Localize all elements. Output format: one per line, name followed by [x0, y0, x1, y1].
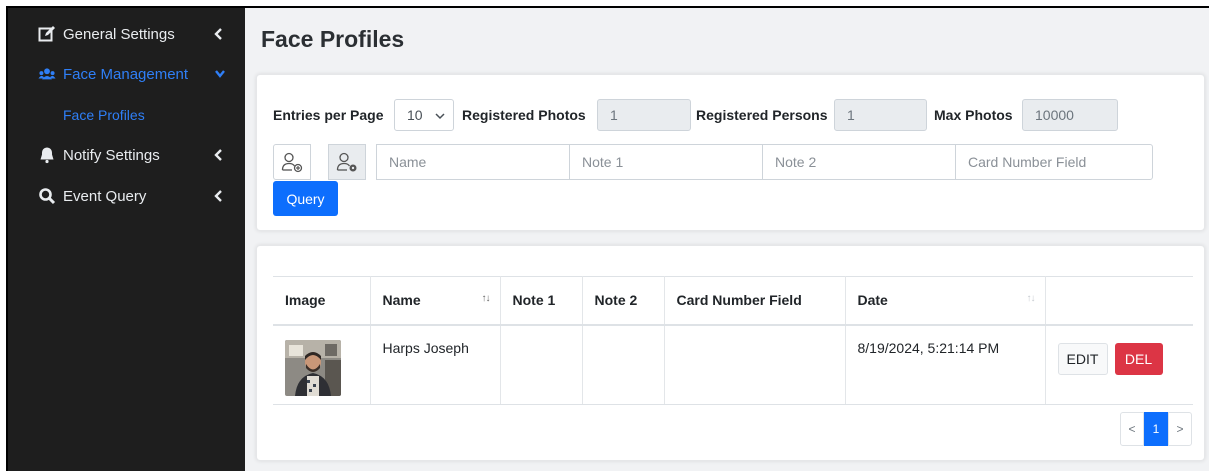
sort-icon[interactable]: ↑↓	[1027, 293, 1036, 304]
cell-note2	[582, 324, 665, 405]
sidebar-item-notify-settings[interactable]: Notify Settings	[8, 135, 245, 175]
filter-card: Entries per Page 10 Registered Photos 1 …	[256, 74, 1205, 231]
delete-button[interactable]: DEL	[1114, 342, 1163, 375]
max-photos-label: Max Photos	[934, 107, 1013, 123]
note1-search-input[interactable]: Note 1	[569, 144, 763, 180]
cell-date: 8/19/2024, 5:21:14 PM	[845, 324, 1046, 405]
sidebar-item-label: Event Query	[63, 187, 147, 205]
pagination-prev-button[interactable]: <	[1120, 412, 1144, 446]
profiles-card: Image Name ↑↓ Note 1 Note 2 Card Number …	[256, 245, 1205, 461]
sidebar: General Settings Face Management Face Pr…	[8, 8, 245, 471]
pagination-page-button[interactable]: 1	[1144, 412, 1168, 446]
column-header-label: Date	[857, 292, 888, 309]
sidebar-item-label: Notify Settings	[63, 146, 160, 164]
column-header-name[interactable]: Name ↑↓	[370, 276, 501, 326]
chevron-left-icon	[214, 28, 222, 40]
column-header-note1: Note 1	[500, 276, 583, 326]
column-header-date[interactable]: Date ↑↓	[845, 276, 1046, 326]
page-title: Face Profiles	[261, 26, 405, 52]
sidebar-item-label: General Settings	[63, 25, 175, 43]
edit-icon	[38, 26, 55, 42]
users-icon	[38, 68, 56, 80]
pagination: < 1 >	[1120, 412, 1192, 446]
profiles-table: Image Name ↑↓ Note 1 Note 2 Card Number …	[273, 276, 1193, 405]
pagination-next-button[interactable]: >	[1168, 412, 1192, 446]
column-header-card-number: Card Number Field	[664, 276, 846, 326]
edit-button[interactable]: EDIT	[1057, 342, 1108, 375]
registered-photos-label: Registered Photos	[462, 107, 586, 123]
cell-note1	[500, 324, 583, 405]
sort-icon[interactable]: ↑↓	[482, 293, 491, 304]
registered-photos-field: 1	[597, 99, 691, 131]
column-header-note2: Note 2	[582, 276, 665, 326]
max-photos-field: 10000	[1022, 99, 1118, 131]
profile-photo[interactable]	[285, 339, 341, 396]
table-header-row: Image Name ↑↓ Note 1 Note 2 Card Number …	[273, 276, 1193, 326]
card-number-search-input[interactable]: Card Number Field	[955, 144, 1153, 180]
chevron-down-icon	[435, 113, 445, 120]
name-search-input[interactable]: Name	[376, 144, 570, 180]
user-settings-icon	[336, 152, 357, 172]
sidebar-item-event-query[interactable]: Event Query	[8, 176, 245, 216]
sidebar-item-label: Face Management	[63, 65, 189, 83]
cell-actions: EDIT DEL	[1045, 324, 1193, 405]
search-icon	[39, 188, 56, 205]
add-person-button[interactable]	[273, 144, 311, 180]
cell-card-number	[664, 324, 846, 405]
chevron-left-icon	[214, 190, 222, 202]
column-header-label: Name	[382, 292, 421, 309]
registered-persons-label: Registered Persons	[696, 107, 828, 123]
entries-per-page-value: 10	[407, 107, 423, 123]
column-header-image: Image	[273, 276, 371, 326]
sidebar-subitem-face-profiles[interactable]: Face Profiles	[63, 107, 145, 123]
entries-per-page-label: Entries per Page	[273, 107, 384, 123]
sidebar-item-face-management[interactable]: Face Management	[8, 54, 245, 94]
chevron-left-icon	[214, 149, 222, 161]
query-button[interactable]: Query	[273, 181, 338, 216]
sidebar-item-general-settings[interactable]: General Settings	[8, 14, 245, 54]
registered-persons-field: 1	[834, 99, 927, 131]
main-content: Face Profiles Entries per Page 10 Regist…	[245, 8, 1211, 471]
person-photo-icon	[285, 339, 341, 396]
cell-name: Harps Joseph	[370, 324, 501, 405]
entries-per-page-select[interactable]: 10	[394, 99, 454, 131]
note2-search-input[interactable]: Note 2	[762, 144, 956, 180]
chevron-down-icon	[215, 70, 225, 78]
cell-image	[273, 324, 371, 405]
column-header-actions	[1045, 276, 1193, 326]
person-settings-button[interactable]	[328, 144, 366, 180]
bell-icon	[40, 147, 54, 164]
table-row: Harps Joseph 8/19/2024, 5:21:14 PM EDIT D…	[273, 324, 1193, 405]
add-user-icon	[281, 152, 303, 173]
